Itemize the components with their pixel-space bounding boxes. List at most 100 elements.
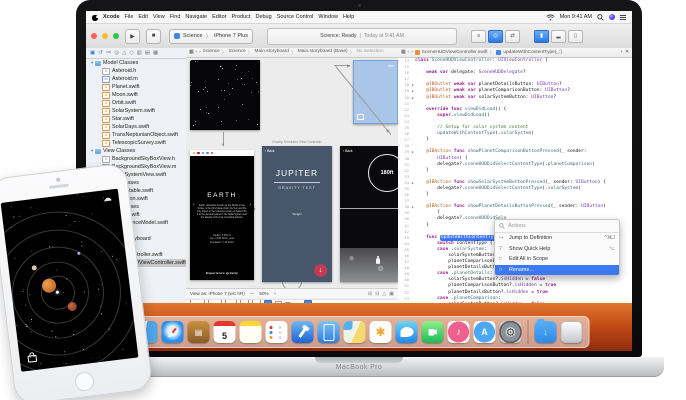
storyboard-jump-bar[interactable]: ▦ ‹ › Science〉Science〉Main.storyboard〉Ma… [186,48,398,58]
zoom-window-button[interactable] [113,33,119,39]
popup-item-rename-[interactable]: □Rename… [495,265,619,276]
standard-editor-button[interactable]: ≡ [471,30,486,43]
utilities-panel-button[interactable]: ▯ [568,30,583,43]
system-preferences-dock-icon[interactable]: ⚙ [500,321,522,343]
breadcrumb-symbol[interactable]: updateWithContentType(_:) [503,50,562,55]
minimize-window-button[interactable] [102,33,108,39]
back-icon[interactable]: ‹ [408,50,410,55]
contacts-dock-icon[interactable]: ▤ [188,321,210,343]
assistant-editor-button[interactable]: ◎ [488,30,503,43]
menu-navigate[interactable]: Navigate [185,14,207,20]
notes-dock-icon[interactable] [240,321,262,343]
navigator-item-transneptunianobject-swift[interactable]: sTransNeptunianObject.swift [86,131,186,139]
iphone-screen[interactable]: ☁ [1,189,139,372]
popup-item-edit-all-in-scope[interactable]: □Edit All in Scope [495,254,619,265]
scheme-selector[interactable]: Science 〉 iPhone 7 Plus [169,29,253,44]
forward-icon[interactable]: › [199,50,201,55]
menu-product[interactable]: Product [232,14,251,20]
next-planet-chevron[interactable]: › [249,202,251,208]
menu-file[interactable]: File [125,14,134,20]
related-items-icon[interactable]: ▦ [189,50,194,55]
spotlight-search-icon[interactable] [597,14,604,21]
code-jump-bar[interactable]: ▦ ‹ › SceneHUDViewController.swift 〉 upd… [398,48,632,58]
navigator-item-asteroid-m[interactable]: mAsteroid.m [86,75,186,83]
back-button[interactable]: ‹ Back [343,149,353,153]
xcode-dock-icon[interactable] [292,321,314,343]
stack-icon[interactable]: ▣ [389,291,394,297]
view-as-button[interactable]: View as: iPhone 7 (wC hR) [190,291,245,296]
debug-icon[interactable]: ▥ [137,50,142,56]
resolve-auto-layout-icon[interactable]: △ [382,291,386,297]
earth-detail-scene[interactable]: ‹ › EARTH Earth, otherwise known as the … [190,150,254,280]
experience-gravity-button[interactable]: Experience gravity [190,271,254,275]
popup-item-show-quick-help[interactable]: ?Show Quick Help⌥ [495,244,619,255]
version-editor-button[interactable]: ⇄ [505,30,520,43]
storyboard-canvas[interactable]: 180ft ▼ ▶ ◉ ◉ [186,58,398,288]
forward-icon[interactable]: › [411,50,413,55]
menu-bar-clock[interactable]: Mon 9:41 AM [560,14,592,20]
close-window-button[interactable] [91,33,97,39]
run-button[interactable]: ▶ [125,29,140,44]
safari-dock-icon[interactable] [162,321,184,343]
symbols-icon[interactable]: ≔ [106,50,112,56]
photos-dock-icon[interactable]: ✱ [370,321,392,343]
menu-find[interactable]: Find [170,14,181,20]
menu-xcode[interactable]: Xcode [103,14,120,20]
siri-icon[interactable] [609,14,615,20]
previous-planet-chevron[interactable]: ‹ [193,202,195,208]
breadcrumb-segment[interactable]: Main.storyboard (Base) [298,49,348,56]
back-button[interactable]: ‹ Back [265,149,275,153]
reports-icon[interactable]: ▦ [153,50,158,56]
skybox-scene[interactable] [190,60,260,130]
trash-dock-icon[interactable] [561,321,583,343]
debug-area-button[interactable]: ▂ [551,30,566,43]
zoom-out-button[interactable]: — [250,291,255,296]
breadcrumb-segment[interactable]: Main.storyboard [255,49,289,56]
source-control-icon[interactable]: ↺ [98,50,103,56]
navigator-item-planet-swift[interactable]: sPlanet.swift [86,83,186,91]
stop-button[interactable]: ■ [146,29,161,44]
zoom-level[interactable]: 50% [259,291,268,296]
breadcrumb-segment[interactable]: Science [203,49,220,56]
navigator-item-view-classes[interactable]: ▾View Classes [86,147,186,155]
navigator-item-star-swift[interactable]: sStar.swift [86,115,186,123]
menu-editor[interactable]: Editor [212,14,226,20]
navigator-item-asteroid-h[interactable]: hAsteroid.h [86,67,186,75]
align-icon[interactable]: ⊞ [368,291,372,297]
navigator-item-backgroundskyboxview-h[interactable]: hBackgroundSkyBoxView.h [86,155,186,163]
navigator-item-solarsystem-swift[interactable]: sSolarSystem.swift [86,107,186,115]
action-search-field[interactable]: Actions [495,220,619,233]
menu-source-control[interactable]: Source Control [277,14,314,20]
home-button[interactable] [73,371,94,392]
source-code-editor[interactable]: 14class SceneHUDViewController: UIViewCo… [398,58,632,316]
apple-menu-icon[interactable] [92,14,98,21]
notification-center-icon[interactable] [620,15,626,20]
breakpoints-icon[interactable]: ▤ [145,50,150,56]
issues-icon[interactable]: △ [122,50,126,56]
simulator-dock-icon[interactable] [318,321,340,343]
wifi-icon[interactable] [546,14,555,21]
navigator-item-telescopicsurvey-swift[interactable]: sTelescopicSurvey.swift [86,139,186,147]
navigator-item-model-classes[interactable]: ▾Model Classes [86,59,186,67]
related-items-icon[interactable]: ▦ [401,50,406,55]
menu-edit[interactable]: Edit [138,14,147,20]
tests-icon[interactable]: ◇ [129,50,133,56]
menu-help[interactable]: Help [343,14,354,20]
maps-dock-icon[interactable] [344,321,366,343]
calendar-dock-icon[interactable]: 5 [214,321,236,343]
drop-action-button[interactable]: ↓ [314,264,327,277]
pin-icon[interactable]: ⊟ [375,291,379,297]
breadcrumb-segment[interactable]: Science [229,49,246,56]
navigator-item-solardays-swift[interactable]: sSolarDays.swift [86,123,186,131]
facetime-dock-icon[interactable] [422,321,444,343]
downloads-dock-icon[interactable] [535,321,557,343]
find-icon[interactable]: ◎ [114,50,119,56]
app-store-dock-icon[interactable]: A [474,321,496,343]
breadcrumb-segment[interactable]: No Selection [356,49,383,56]
menu-view[interactable]: View [153,14,165,20]
navigator-item-moon-swift[interactable]: sMoon.swift [86,91,186,99]
navigator-panel-button[interactable]: ▮ [534,30,549,43]
popup-item-jump-to-definition[interactable]: ↪Jump to Definition^⌘J [495,233,619,244]
add-assistant-button[interactable]: + [620,50,623,55]
messages-dock-icon[interactable] [396,321,418,343]
